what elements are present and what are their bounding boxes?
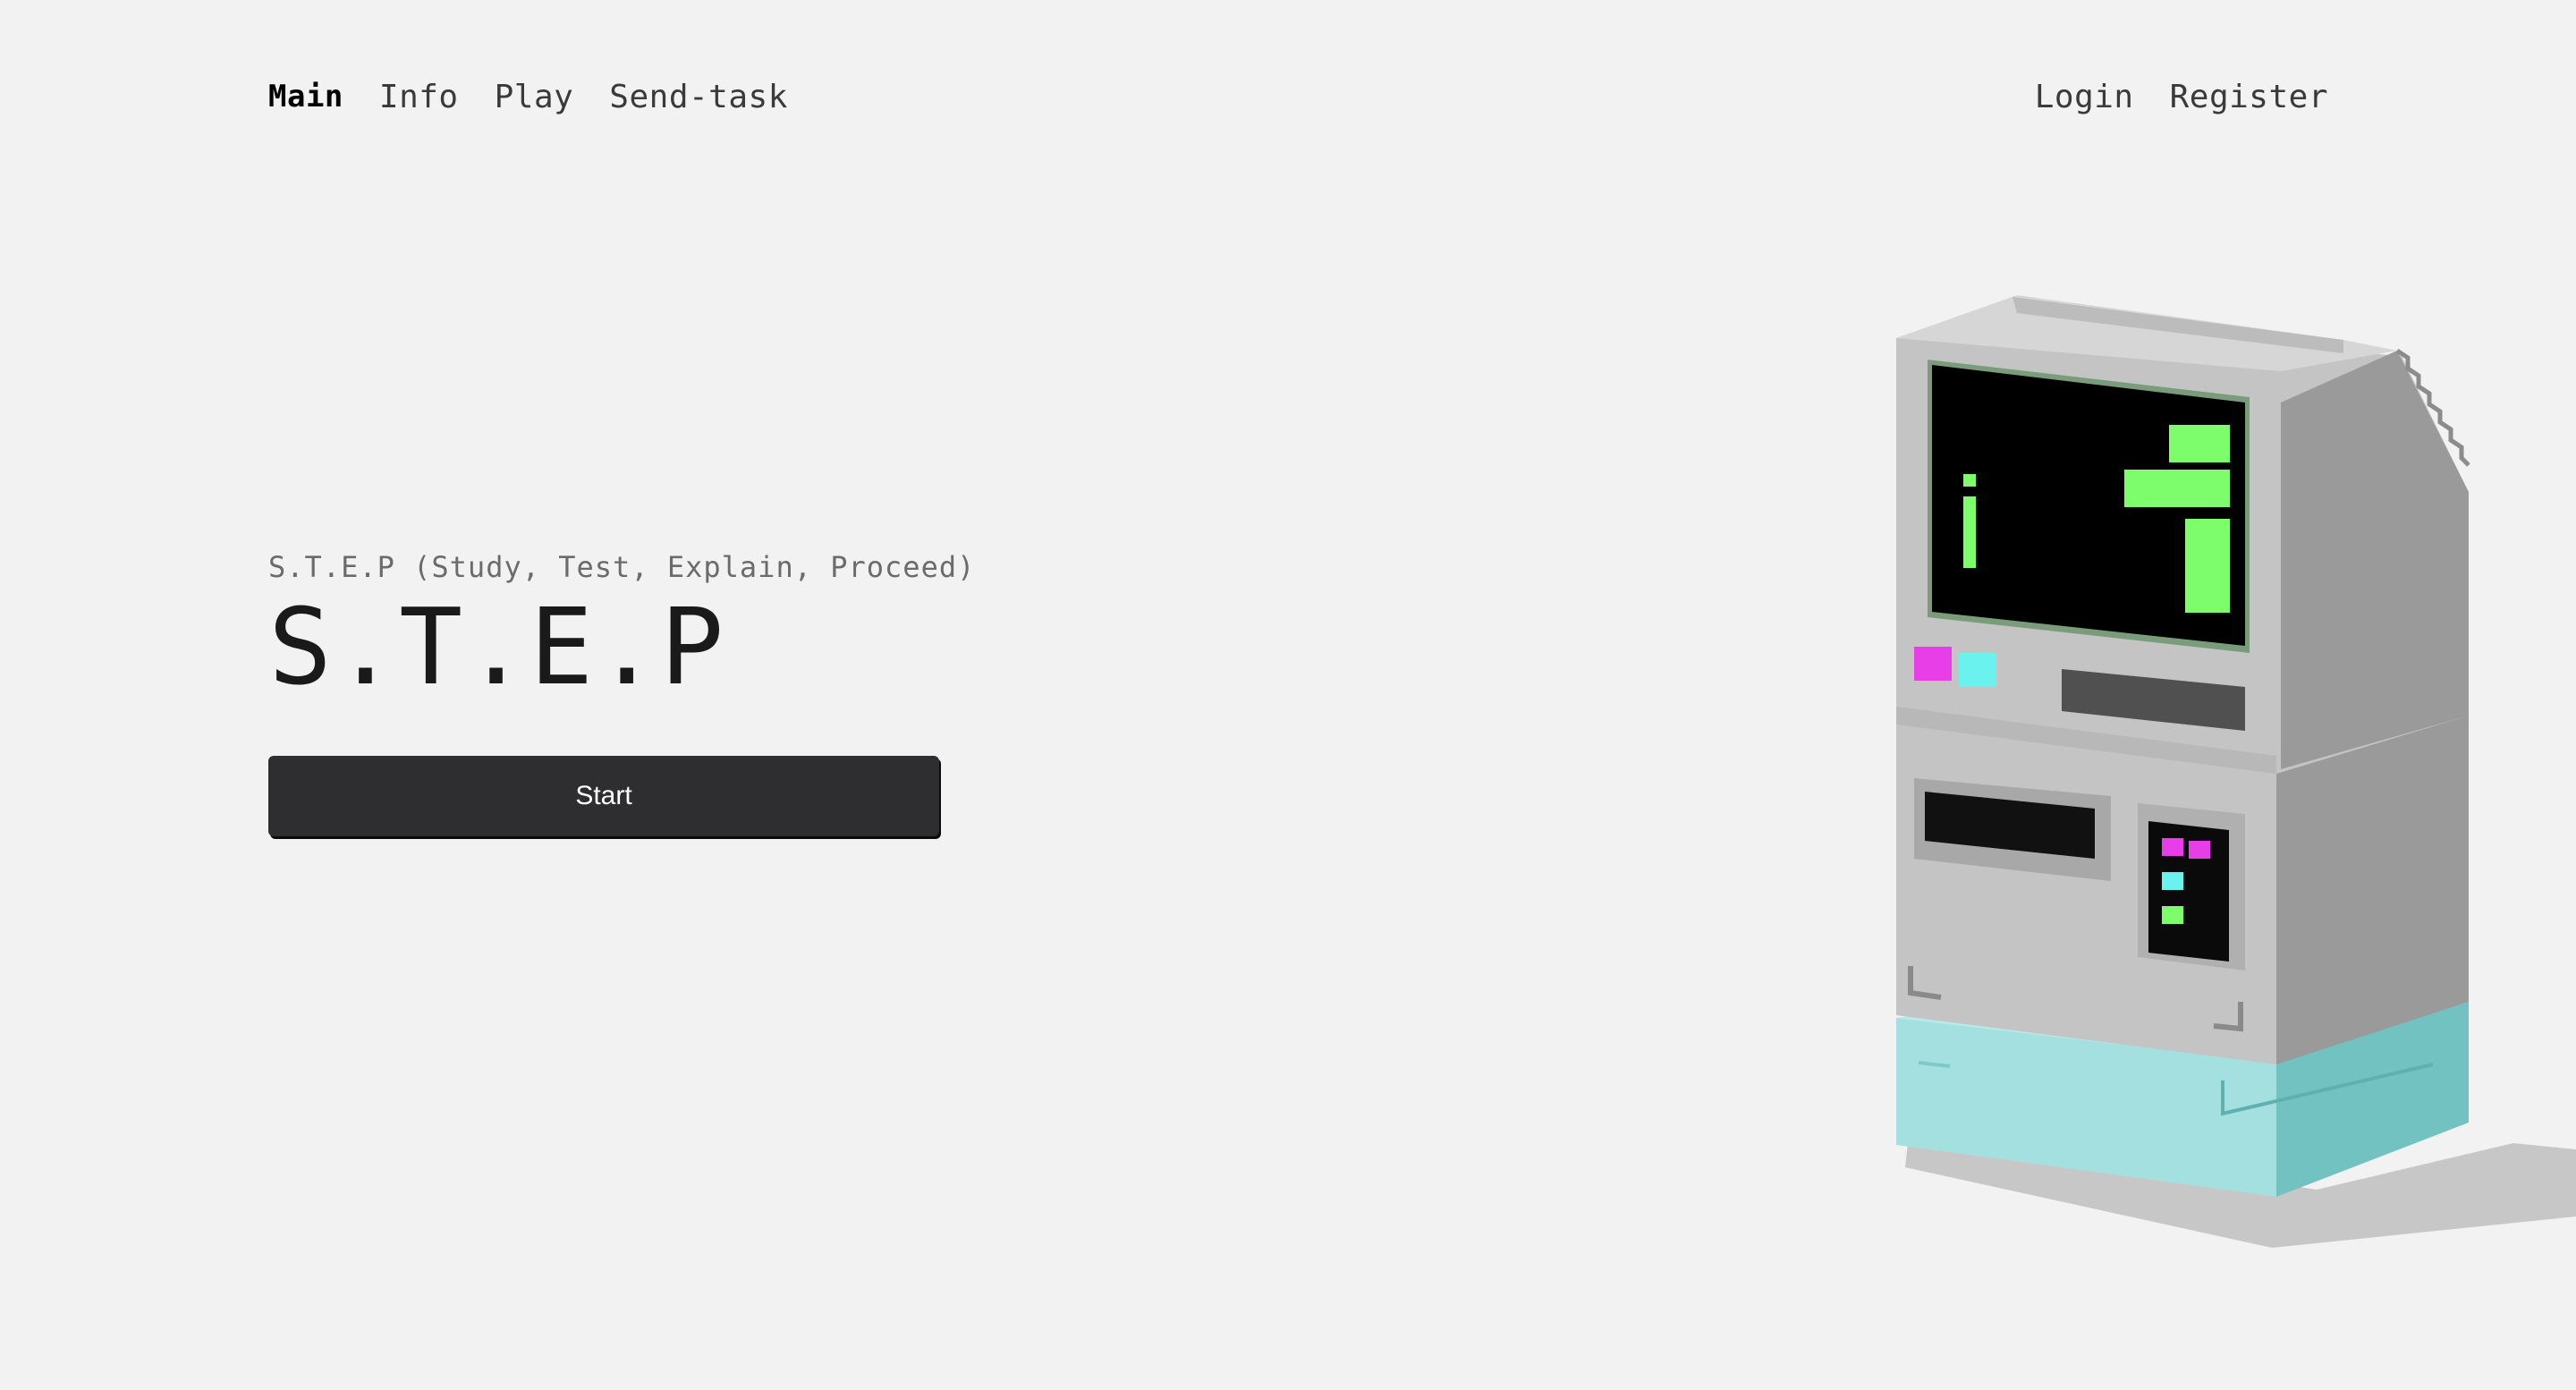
main-nav: Main Info Play Send-task xyxy=(268,79,788,115)
start-button[interactable]: Start xyxy=(268,756,939,836)
hero-title: S.T.E.P xyxy=(268,585,726,708)
auth-nav: Login Register xyxy=(2035,79,2328,115)
retro-computer-icon xyxy=(1896,295,2576,1248)
hero-section: S.T.E.P (Study, Test, Explain, Proceed) … xyxy=(268,550,975,706)
nav-play-link[interactable]: Play xyxy=(495,79,574,115)
register-link[interactable]: Register xyxy=(2170,79,2328,115)
nav-info-link[interactable]: Info xyxy=(379,79,459,115)
nav-main-link[interactable]: Main xyxy=(268,79,343,115)
nav-send-task-link[interactable]: Send-task xyxy=(609,79,788,115)
hero-subtitle: S.T.E.P (Study, Test, Explain, Proceed) xyxy=(268,550,976,584)
login-link[interactable]: Login xyxy=(2035,79,2134,115)
